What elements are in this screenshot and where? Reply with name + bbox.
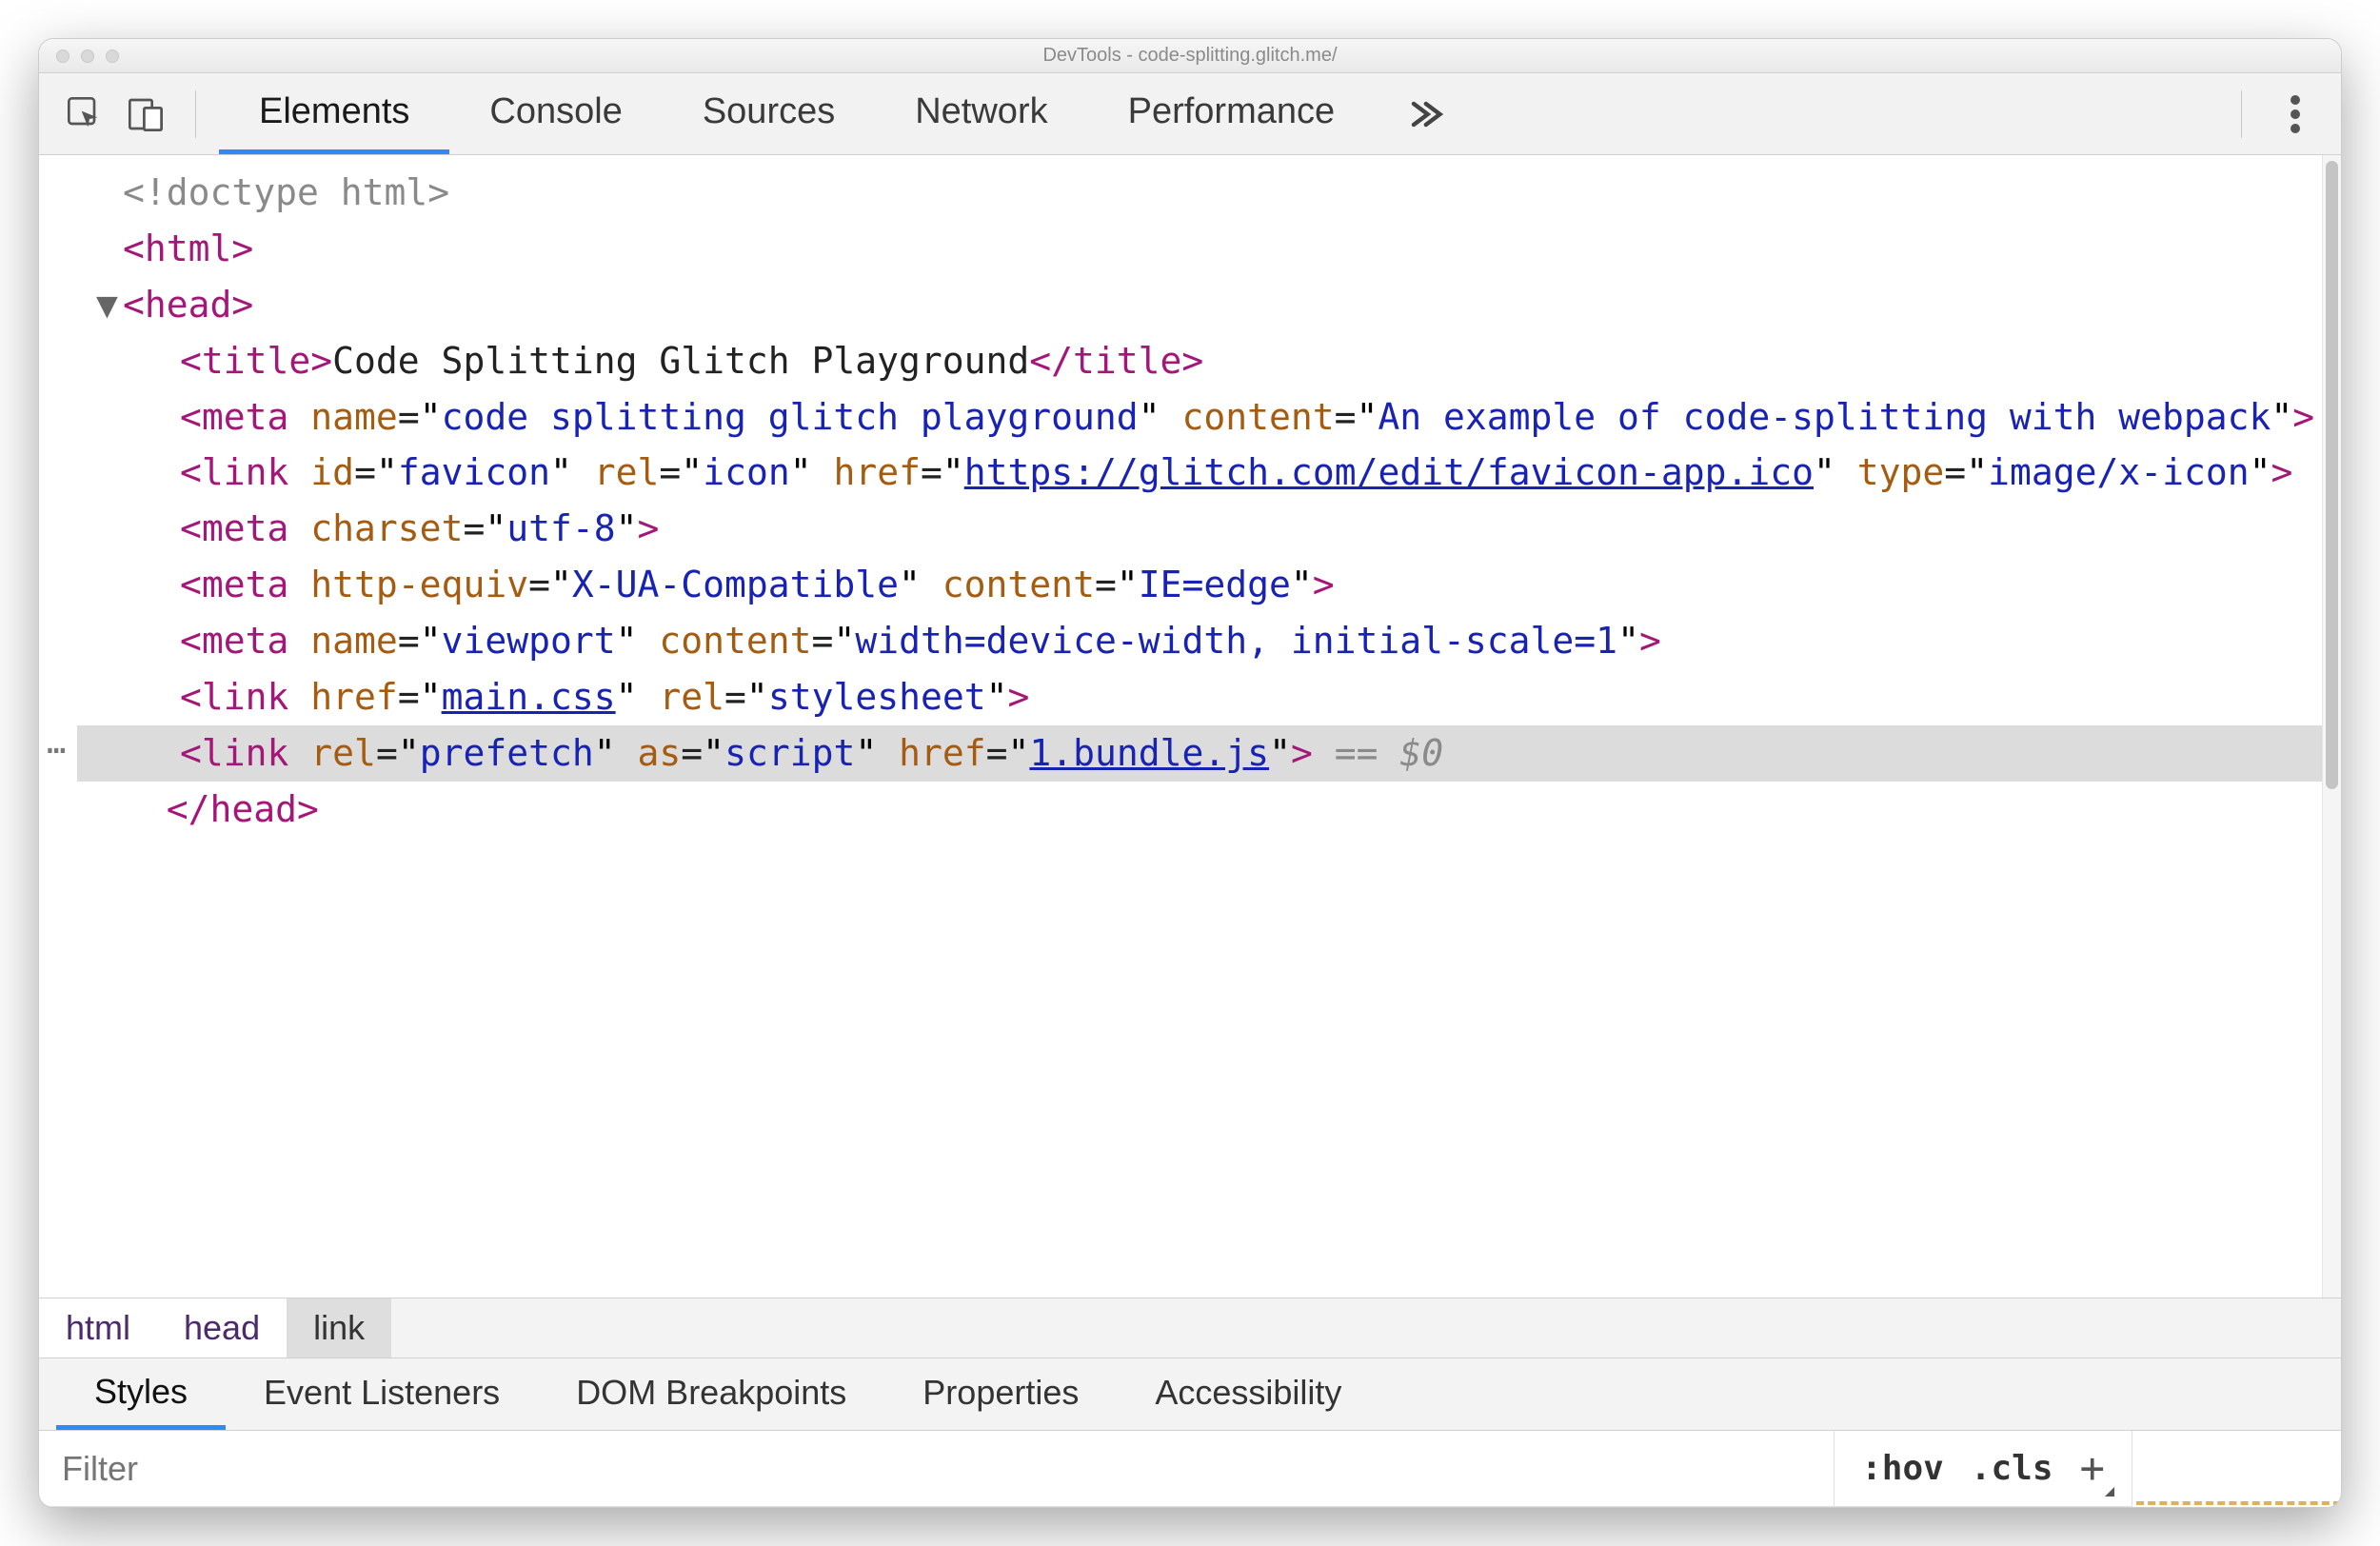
box-model-preview — [2132, 1431, 2341, 1507]
dom-head-open[interactable]: ▼<head> — [77, 277, 2322, 333]
dom-html-open[interactable]: <html> — [77, 221, 2322, 277]
more-tabs-button[interactable] — [1375, 73, 1474, 154]
titlebar: DevTools - code-splitting.glitch.me/ — [39, 39, 2341, 73]
window-title: DevTools - code-splitting.glitch.me/ — [1042, 45, 1337, 67]
dom-head-close[interactable]: </head> — [77, 782, 2322, 838]
traffic-lights[interactable] — [56, 50, 119, 63]
crumb-link[interactable]: link — [287, 1298, 391, 1358]
zoom-window-icon[interactable] — [106, 50, 119, 63]
elements-panel: <!doctype html> <html> ▼<head> <title>Co… — [39, 155, 2341, 1298]
minimize-window-icon[interactable] — [81, 50, 94, 63]
cls-toggle[interactable]: .cls — [1971, 1449, 2053, 1488]
dom-meta-charset[interactable]: <meta charset="utf-8"> — [77, 501, 2322, 557]
tab-event-listeners[interactable]: Event Listeners — [226, 1358, 538, 1430]
dom-doctype[interactable]: <!doctype html> — [77, 165, 2322, 221]
new-style-rule-icon[interactable]: + — [2080, 1444, 2106, 1493]
dom-link-prefetch[interactable]: <link rel="prefetch" as="script" href="1… — [77, 725, 2322, 782]
dom-meta-compat[interactable]: <meta http-equiv="X-UA-Compatible" conte… — [77, 557, 2322, 613]
styles-filter-input[interactable] — [39, 1431, 1834, 1506]
crumb-html[interactable]: html — [39, 1298, 157, 1358]
tab-console[interactable]: Console — [449, 73, 662, 154]
tab-network[interactable]: Network — [875, 73, 1087, 154]
dom-meta-description[interactable]: <meta name="code splitting glitch playgr… — [77, 389, 2322, 446]
crumb-head[interactable]: head — [157, 1298, 287, 1358]
tab-styles[interactable]: Styles — [56, 1358, 226, 1430]
tab-properties[interactable]: Properties — [884, 1358, 1117, 1430]
dom-breadcrumb: html head link — [39, 1298, 2341, 1358]
tab-performance[interactable]: Performance — [1088, 73, 1376, 154]
dom-title[interactable]: <title>Code Splitting Glitch Playground<… — [77, 333, 2322, 389]
main-toolbar: Elements Console Sources Network Perform… — [39, 73, 2341, 155]
inspect-element-icon[interactable] — [58, 88, 111, 141]
styles-tabs: Styles Event Listeners DOM Breakpoints P… — [39, 1358, 2341, 1431]
dom-link-css[interactable]: <link href="main.css" rel="stylesheet"> — [77, 669, 2322, 725]
margin-indicator — [2136, 1501, 2341, 1507]
vertical-scrollbar[interactable] — [2322, 155, 2341, 1298]
styles-filter-bar: :hov .cls + — [39, 1431, 2132, 1507]
close-window-icon[interactable] — [56, 50, 69, 63]
tab-sources[interactable]: Sources — [663, 73, 875, 154]
dom-tree[interactable]: <!doctype html> <html> ▼<head> <title>Co… — [39, 155, 2322, 1298]
scroll-thumb[interactable] — [2326, 161, 2338, 789]
tab-accessibility[interactable]: Accessibility — [1117, 1358, 1379, 1430]
tab-dom-breakpoints[interactable]: DOM Breakpoints — [538, 1358, 884, 1430]
hov-toggle[interactable]: :hov — [1861, 1449, 1944, 1488]
dom-link-favicon[interactable]: <link id="favicon" rel="icon" href="http… — [77, 445, 2322, 501]
device-toolbar-icon[interactable] — [119, 88, 172, 141]
settings-menu-icon[interactable] — [2269, 88, 2322, 141]
toolbar-divider — [195, 90, 196, 138]
panel-tabs: Elements Console Sources Network Perform… — [219, 73, 1474, 154]
tab-elements[interactable]: Elements — [219, 73, 449, 154]
dom-meta-viewport[interactable]: <meta name="viewport" content="width=dev… — [77, 613, 2322, 669]
toolbar-divider — [2241, 90, 2242, 138]
styles-actions: :hov .cls + — [1834, 1431, 2132, 1506]
devtools-window: DevTools - code-splitting.glitch.me/ Ele… — [38, 38, 2342, 1508]
